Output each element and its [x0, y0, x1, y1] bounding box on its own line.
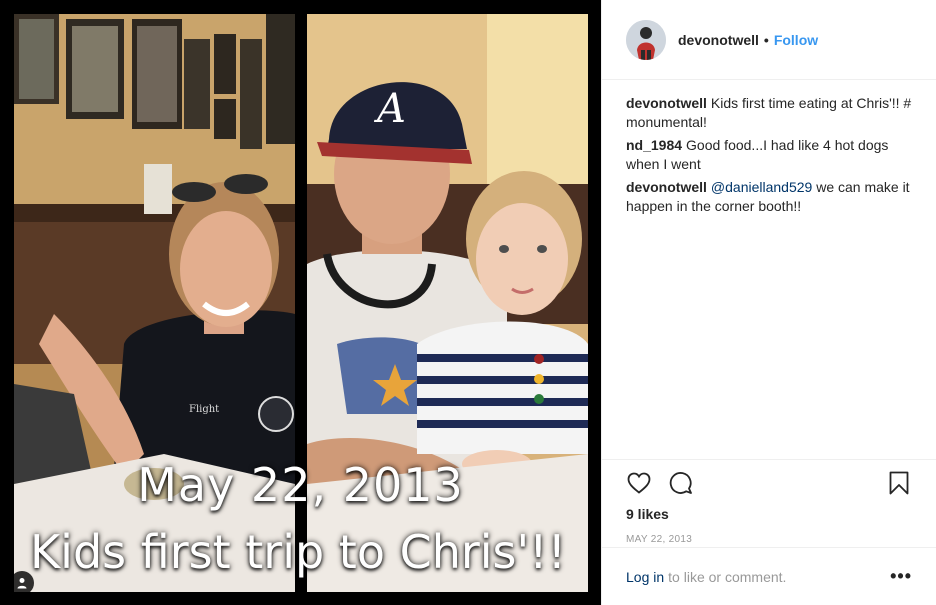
post-sidebar: devonotwell • Follow devonotwell Kids fir…	[601, 0, 936, 605]
svg-text:A: A	[373, 86, 406, 132]
comment-username-link[interactable]: devonotwell	[626, 95, 707, 111]
comment-item: devonotwell @danielland529 we can make it…	[626, 178, 912, 216]
comment-username-link[interactable]: nd_1984	[626, 137, 682, 153]
photo-caption-date: May 22, 2013	[137, 458, 464, 512]
header-separator: •	[763, 31, 769, 48]
post-photo[interactable]: Flight A May 22, 2013 Kids first trip to…	[0, 0, 601, 605]
follow-button[interactable]: Follow	[774, 32, 818, 48]
bookmark-icon[interactable]	[886, 470, 912, 496]
comments-list: devonotwell Kids first time eating at Chr…	[602, 80, 936, 216]
post-header: devonotwell • Follow	[602, 0, 936, 80]
comment-username-link[interactable]: devonotwell	[626, 179, 707, 195]
login-suffix-text: to like or comment.	[668, 568, 787, 585]
action-icons-left	[626, 470, 694, 496]
header-user: devonotwell • Follow	[678, 32, 818, 48]
user-tag-icon[interactable]	[10, 571, 34, 595]
svg-text:Flight: Flight	[189, 404, 219, 415]
comment-item: devonotwell Kids first time eating at Chr…	[626, 94, 912, 132]
login-bar: Log in to like or comment. •••	[602, 547, 936, 605]
avatar[interactable]	[626, 19, 666, 60]
login-link[interactable]: Log in	[626, 569, 664, 585]
post-timestamp[interactable]: MAY 22, 2013	[626, 534, 912, 545]
comment-item: nd_1984 Good food...I had like 4 hot dogs…	[626, 136, 912, 174]
action-icons-row	[626, 460, 912, 506]
comment-mention-link[interactable]: @danielland529	[711, 179, 812, 195]
likes-count[interactable]: 9 likes	[626, 506, 912, 522]
more-options-icon[interactable]: •••	[890, 566, 912, 587]
heart-icon[interactable]	[626, 470, 652, 496]
header-username-link[interactable]: devonotwell	[678, 32, 759, 48]
instagram-post: Flight A May 22, 2013 Kids first trip to…	[0, 0, 936, 605]
comment-bubble-icon[interactable]	[668, 470, 694, 496]
post-actions: 9 likes MAY 22, 2013	[602, 459, 936, 545]
photo-caption-title: Kids first trip to Chris'!!	[30, 525, 567, 579]
